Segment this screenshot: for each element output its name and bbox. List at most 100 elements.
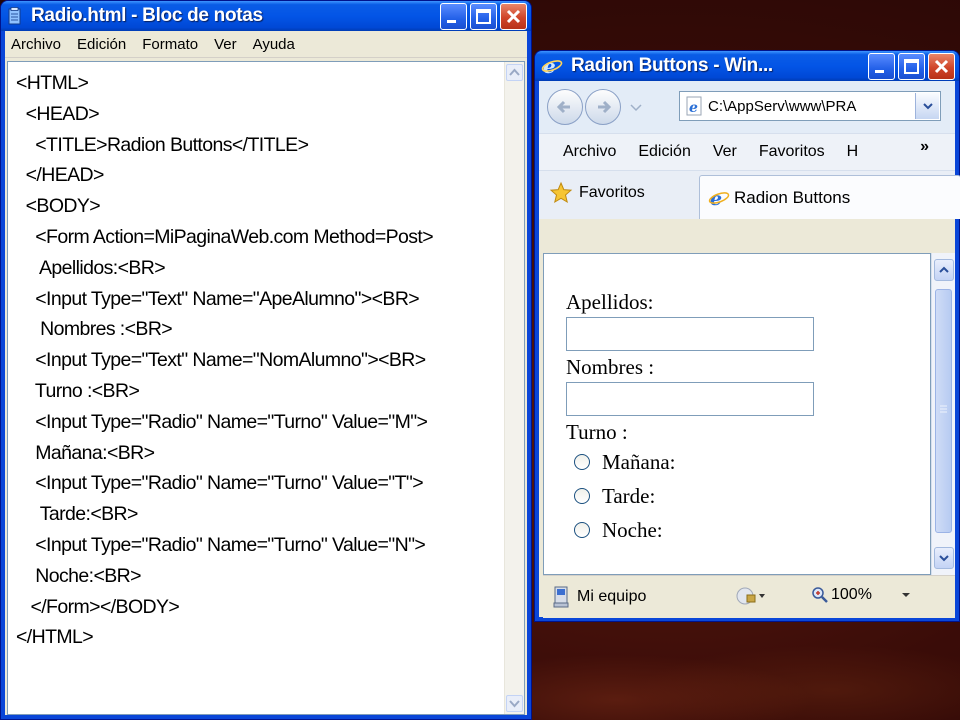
zoom-magnifier-icon bbox=[812, 587, 828, 603]
close-button[interactable] bbox=[928, 52, 955, 80]
code-line: Tarde:<BR> bbox=[16, 503, 139, 526]
minimize-icon bbox=[447, 19, 456, 23]
computer-icon bbox=[553, 586, 569, 608]
minimize-button[interactable] bbox=[868, 52, 895, 80]
code-line: <Form Action=MiPaginaWeb.com Method=Post… bbox=[16, 225, 434, 248]
zone-label: Mi equipo bbox=[577, 588, 647, 605]
radio-noche[interactable] bbox=[574, 522, 590, 538]
chevron-up-icon bbox=[509, 68, 520, 76]
forward-arrow-icon bbox=[598, 100, 612, 114]
radio-row-manana[interactable]: Mañana: bbox=[574, 445, 814, 479]
code-line: <HEAD> bbox=[16, 102, 100, 125]
menu-archivo[interactable]: Archivo bbox=[563, 143, 616, 161]
notepad-icon bbox=[8, 7, 21, 25]
menu-archivo[interactable]: Archivo bbox=[11, 36, 61, 53]
menu-edicion[interactable]: Edición bbox=[77, 36, 126, 53]
close-icon bbox=[934, 59, 949, 73]
ie-logo-icon: e bbox=[541, 56, 563, 76]
window-title: Radion Buttons - Win... bbox=[571, 55, 773, 76]
back-button[interactable] bbox=[547, 89, 583, 125]
notepad-text-content[interactable]: <HTML> <HEAD> <TITLE>Radion Buttons</TIT… bbox=[16, 68, 500, 653]
favorites-button[interactable]: Favoritos bbox=[549, 181, 645, 205]
menu-ayuda[interactable]: Ayuda bbox=[253, 36, 295, 53]
radio-row-noche[interactable]: Noche: bbox=[574, 513, 814, 547]
status-bar: Mi equipo 100% bbox=[543, 575, 955, 618]
zoom-level: 100% bbox=[831, 586, 872, 603]
address-dropdown-button[interactable] bbox=[915, 93, 939, 119]
history-dropdown-icon[interactable] bbox=[629, 100, 643, 114]
protected-mode-button[interactable] bbox=[735, 586, 765, 606]
scroll-down-button[interactable] bbox=[934, 547, 954, 569]
maximize-icon bbox=[476, 8, 491, 24]
scroll-up-button[interactable] bbox=[934, 259, 954, 281]
ie-client: e C:\AppServ\www\PRA Archivo Edición Ver… bbox=[539, 81, 960, 618]
close-button[interactable] bbox=[500, 2, 527, 30]
code-line: <HTML> bbox=[16, 72, 89, 94]
zoom-control[interactable]: 100% bbox=[811, 586, 912, 604]
address-bar: e C:\AppServ\www\PRA bbox=[539, 81, 955, 133]
menu-ver[interactable]: Ver bbox=[713, 143, 737, 161]
code-line: <Input Type="Radio" Name="Turno" Value="… bbox=[16, 472, 424, 495]
menu-favoritos[interactable]: Favoritos bbox=[759, 143, 825, 161]
chevron-up-icon bbox=[939, 266, 949, 273]
grip-icon bbox=[940, 405, 947, 413]
maximize-icon bbox=[904, 58, 919, 74]
maximize-button[interactable] bbox=[898, 52, 925, 80]
ie-menubar: Archivo Edición Ver Favoritos H » bbox=[539, 133, 955, 171]
close-icon bbox=[506, 9, 521, 23]
code-line: </HEAD> bbox=[16, 164, 105, 187]
menu-ver[interactable]: Ver bbox=[214, 36, 237, 53]
back-arrow-icon bbox=[556, 100, 570, 114]
scroll-thumb[interactable] bbox=[935, 289, 952, 533]
radio-manana[interactable] bbox=[574, 454, 590, 470]
page-scrollbar[interactable] bbox=[931, 253, 955, 575]
notepad-titlebar[interactable]: Radio.html - Bloc de notas bbox=[1, 1, 531, 31]
notepad-editor[interactable]: <HTML> <HEAD> <TITLE>Radion Buttons</TIT… bbox=[7, 61, 525, 715]
zone-indicator[interactable]: Mi equipo bbox=[551, 586, 646, 608]
menu-edicion[interactable]: Edición bbox=[638, 143, 690, 161]
chevron-down-icon bbox=[922, 103, 933, 110]
radio-tarde[interactable] bbox=[574, 488, 590, 504]
address-field[interactable]: e C:\AppServ\www\PRA bbox=[679, 91, 941, 121]
code-line: Nombres :<BR> bbox=[16, 318, 173, 341]
tab-radion-buttons[interactable]: e Radion Buttons bbox=[699, 175, 960, 219]
page-icon: e bbox=[686, 96, 702, 116]
code-line: Apellidos:<BR> bbox=[16, 256, 166, 279]
code-line: Turno :<BR> bbox=[16, 379, 140, 402]
turno-label: Turno : bbox=[566, 420, 628, 444]
favorites-label: Favoritos bbox=[579, 184, 645, 201]
code-line: Noche:<BR> bbox=[16, 564, 141, 587]
minimize-button[interactable] bbox=[440, 2, 467, 30]
address-value: C:\AppServ\www\PRA bbox=[708, 97, 857, 115]
notepad-scrollbar[interactable] bbox=[504, 62, 524, 714]
code-line: <Input Type="Text" Name="NomAlumno"><BR> bbox=[16, 349, 426, 372]
code-line: </Form></BODY> bbox=[16, 595, 180, 618]
chevron-down-icon bbox=[509, 700, 520, 708]
menu-formato[interactable]: Formato bbox=[142, 36, 198, 53]
tab-label: Radion Buttons bbox=[734, 187, 851, 207]
menu-overflow-chevron[interactable]: » bbox=[920, 138, 929, 156]
ie-titlebar[interactable]: e Radion Buttons - Win... bbox=[535, 51, 959, 81]
forward-button[interactable] bbox=[585, 89, 621, 125]
maximize-button[interactable] bbox=[470, 2, 497, 30]
nombres-input[interactable] bbox=[566, 382, 814, 416]
security-zone-icon bbox=[736, 587, 765, 605]
radio-label-tarde: Tarde: bbox=[602, 483, 656, 508]
svg-text:e: e bbox=[689, 100, 698, 116]
page-content-area: Apellidos: Nombres : Turno : Mañana: Tar… bbox=[543, 253, 931, 575]
radio-row-tarde[interactable]: Tarde: bbox=[574, 479, 814, 513]
notepad-window: Radio.html - Bloc de notas Archivo Edici… bbox=[0, 0, 532, 720]
notepad-menubar: Archivo Edición Formato Ver Ayuda bbox=[5, 31, 527, 58]
code-line: <Input Type="Text" Name="ApeAlumno"><BR> bbox=[16, 287, 420, 310]
chevron-down-icon bbox=[939, 555, 949, 562]
scroll-down-button[interactable] bbox=[506, 695, 523, 712]
radio-label-manana: Mañana: bbox=[602, 449, 676, 474]
code-line: Mañana:<BR> bbox=[16, 441, 155, 464]
notepad-client: Archivo Edición Formato Ver Ayuda <HTML>… bbox=[5, 31, 527, 715]
apellidos-input[interactable] bbox=[566, 317, 814, 351]
scroll-up-button[interactable] bbox=[506, 64, 523, 81]
code-line: <Input Type="Radio" Name="Turno" Value="… bbox=[16, 410, 428, 433]
tabs-bar: Favoritos e Radion Buttons bbox=[539, 171, 960, 219]
menu-help-truncated[interactable]: H bbox=[847, 143, 859, 161]
apellidos-label: Apellidos: bbox=[566, 290, 654, 314]
